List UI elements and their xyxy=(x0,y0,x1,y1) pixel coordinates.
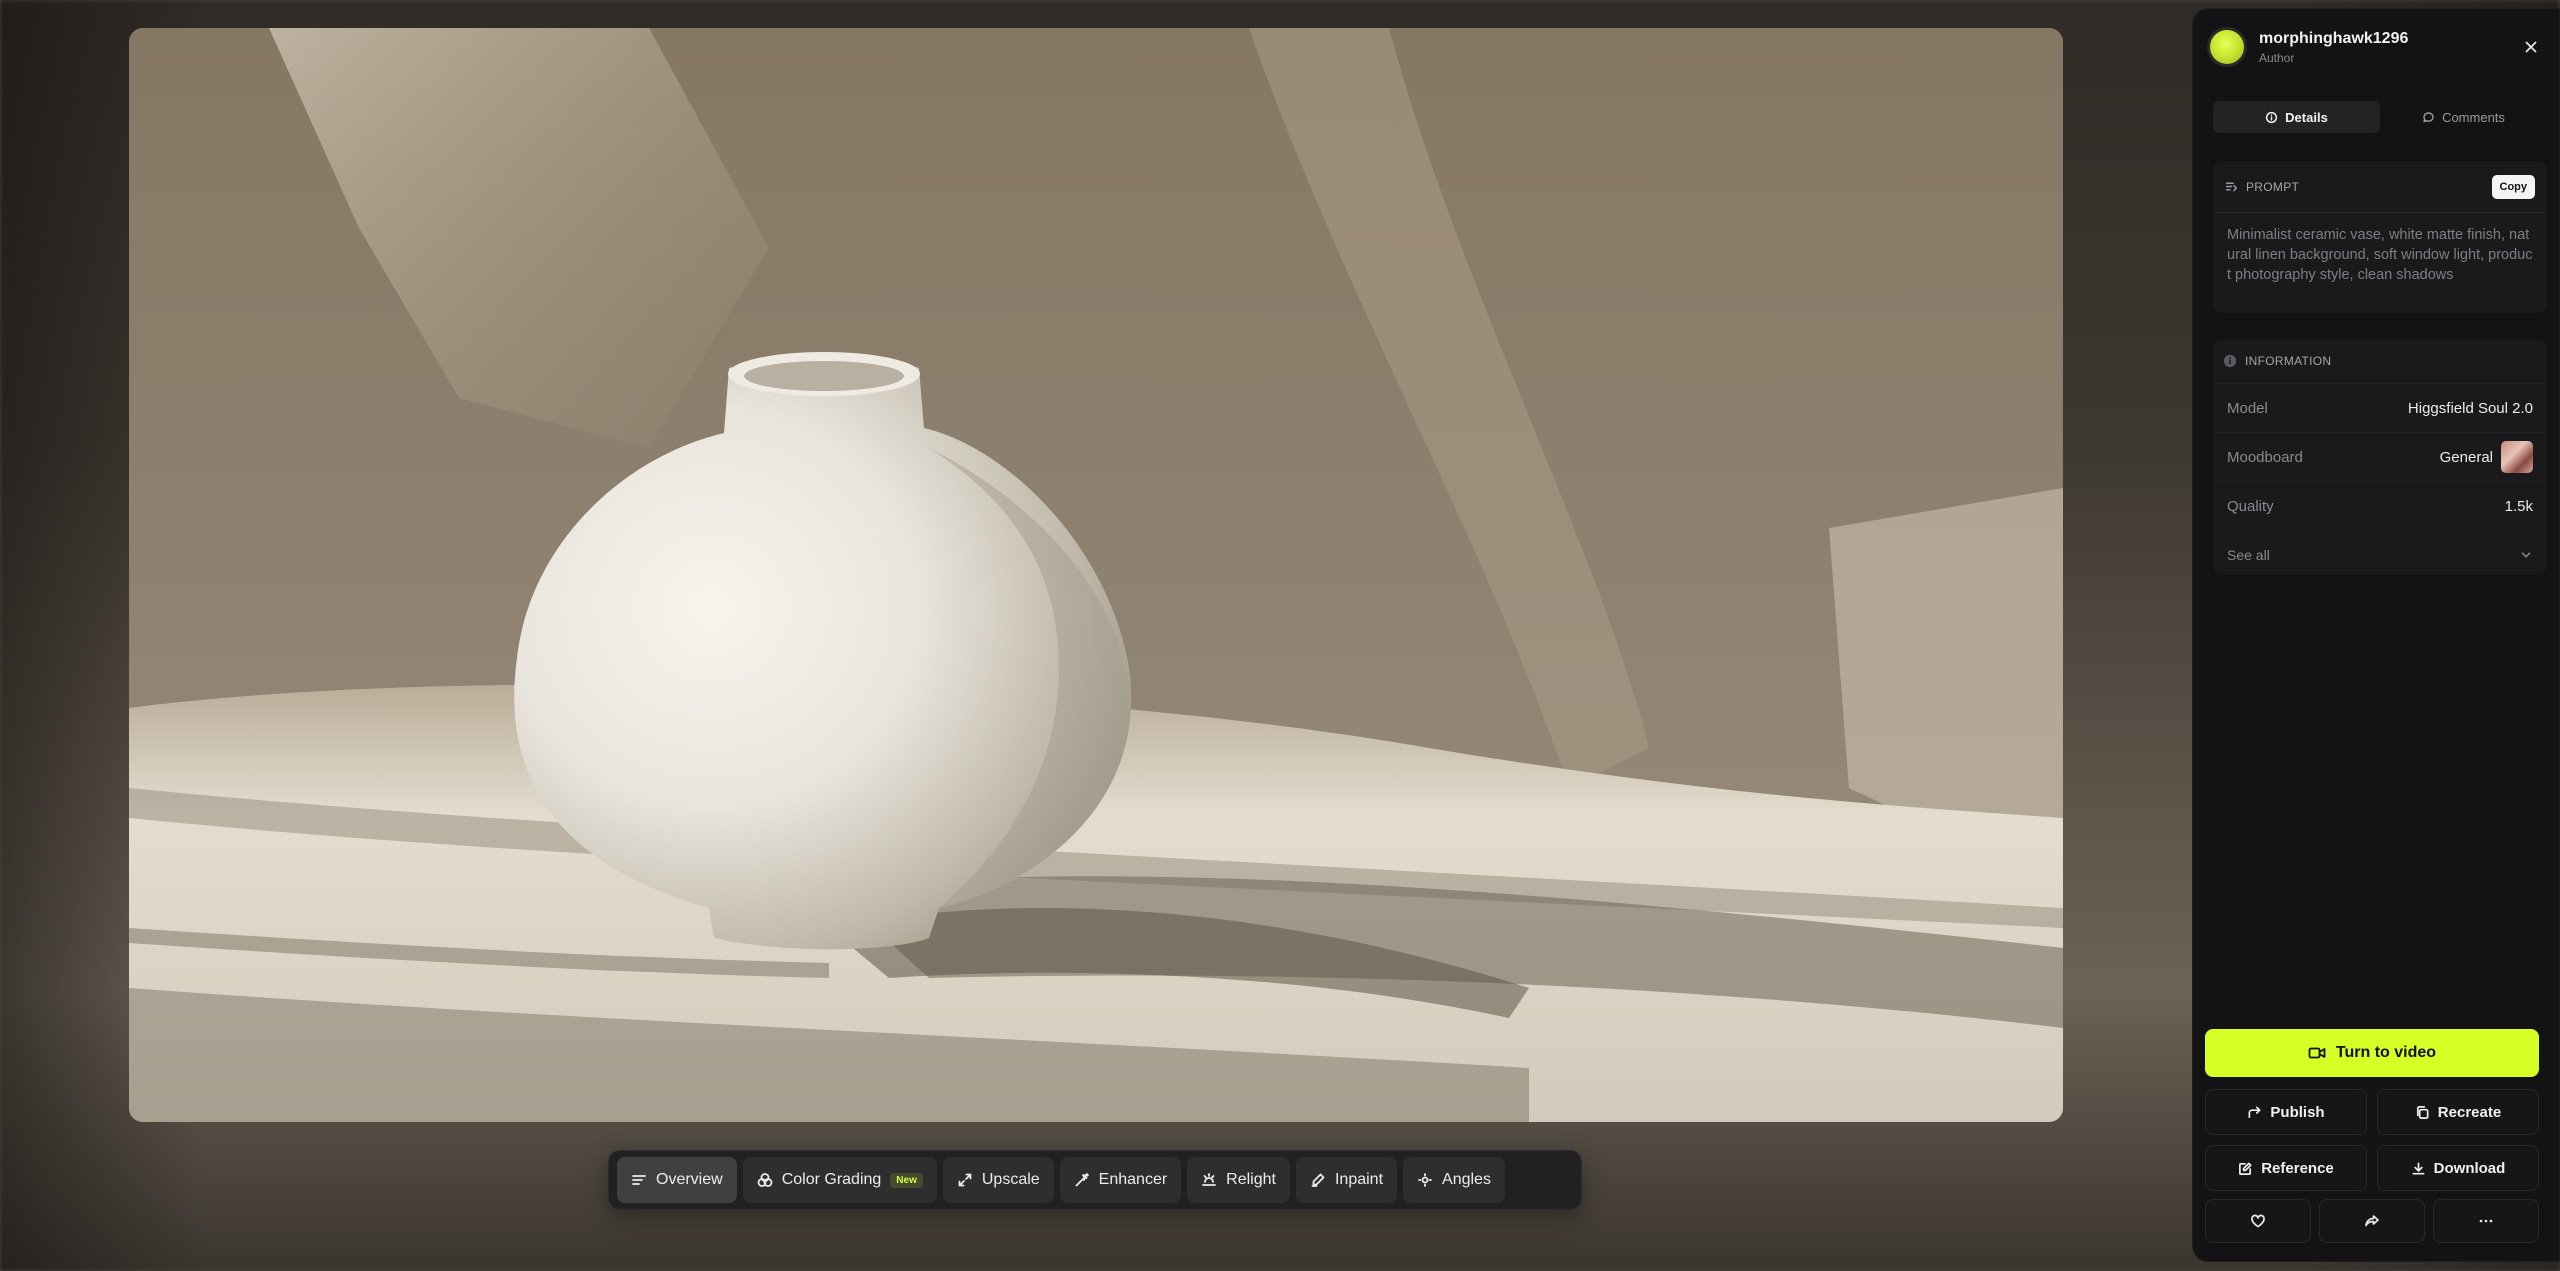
generated-image xyxy=(129,28,2063,1122)
info-key: Quality xyxy=(2227,497,2274,515)
author-name[interactable]: morphinghawk1296 xyxy=(2259,30,2408,48)
overview-label: Overview xyxy=(656,1171,723,1188)
info-circle-icon xyxy=(2223,354,2237,368)
info-row-quality: Quality 1.5k xyxy=(2213,481,2547,530)
recreate-button[interactable]: Recreate xyxy=(2377,1089,2539,1135)
angles-button[interactable]: Angles xyxy=(1403,1157,1505,1203)
tab-details[interactable]: Details xyxy=(2213,101,2380,133)
inpaint-icon xyxy=(1310,1172,1326,1188)
video-camera-icon xyxy=(2308,1047,2326,1059)
color-grading-button[interactable]: Color Grading New xyxy=(742,1157,937,1203)
details-panel: morphinghawk1296 Author Details Comments… xyxy=(2192,8,2560,1262)
panel-tabs: Details Comments xyxy=(2213,101,2547,133)
download-label: Download xyxy=(2433,1159,2506,1177)
info-row-moodboard: Moodboard General xyxy=(2213,432,2547,481)
turn-to-video-label: Turn to video xyxy=(2335,1044,2437,1061)
upscale-button[interactable]: Upscale xyxy=(942,1157,1054,1203)
share-icon xyxy=(2365,1215,2379,1227)
prompt-text: Minimalist ceramic vase, white matte fin… xyxy=(2227,227,2533,283)
enhancer-icon xyxy=(1074,1172,1090,1188)
more-options-button[interactable] xyxy=(2433,1199,2539,1243)
turn-to-video-button[interactable]: Turn to video xyxy=(2205,1029,2539,1077)
heart-icon xyxy=(2251,1214,2265,1228)
like-button[interactable] xyxy=(2205,1199,2311,1243)
relight-icon xyxy=(1201,1172,1217,1188)
share-button[interactable] xyxy=(2319,1199,2425,1243)
close-button[interactable] xyxy=(2519,35,2543,59)
enhancer-label: Enhancer xyxy=(1098,1171,1168,1188)
angles-icon xyxy=(1417,1172,1433,1188)
info-row-model: Model Higgsfield Soul 2.0 xyxy=(2213,383,2547,432)
info-value: General xyxy=(2439,448,2493,466)
copy-button[interactable]: Copy xyxy=(2491,174,2535,199)
info-value: 1.5k xyxy=(2504,497,2533,515)
reference-label: Reference xyxy=(2261,1159,2334,1177)
information-card: INFORMATION Model Higgsfield Soul 2.0 Mo… xyxy=(2213,339,2547,575)
info-key: Moodboard xyxy=(2227,448,2303,466)
recreate-label: Recreate xyxy=(2437,1103,2502,1121)
avatar[interactable] xyxy=(2207,27,2247,67)
comment-icon xyxy=(2423,111,2434,122)
tab-comments[interactable]: Comments xyxy=(2380,101,2547,133)
see-all-label: See all xyxy=(2227,546,2270,563)
upscale-label: Upscale xyxy=(981,1171,1040,1188)
download-button[interactable]: Download xyxy=(2377,1145,2539,1191)
publish-label: Publish xyxy=(2270,1103,2325,1121)
color-grading-label: Color Grading xyxy=(781,1171,882,1188)
copy-icon xyxy=(2416,1105,2429,1119)
publish-button[interactable]: Publish xyxy=(2205,1089,2367,1135)
new-badge: New xyxy=(890,1172,923,1188)
info-icon xyxy=(2266,111,2278,123)
inpaint-button[interactable]: Inpaint xyxy=(1295,1157,1398,1203)
moodboard-thumbnail[interactable] xyxy=(2501,441,2533,473)
download-icon xyxy=(2412,1162,2425,1174)
reference-button[interactable]: Reference xyxy=(2205,1145,2367,1191)
prompt-card: PROMPT Copy Minimalist ceramic vase, whi… xyxy=(2213,161,2547,313)
edit-icon xyxy=(2239,1162,2252,1175)
angles-label: Angles xyxy=(1442,1171,1491,1188)
color-grading-icon xyxy=(757,1172,773,1188)
author-row: morphinghawk1296 Author xyxy=(2207,25,2545,69)
info-key: Model xyxy=(2227,399,2268,417)
prompt-icon xyxy=(2225,182,2238,192)
see-all-toggle[interactable]: See all xyxy=(2213,530,2547,579)
author-role: Author xyxy=(2259,50,2295,65)
close-icon xyxy=(2525,41,2537,53)
overview-icon xyxy=(631,1172,647,1188)
information-heading: INFORMATION xyxy=(2245,354,2332,368)
info-value: Higgsfield Soul 2.0 xyxy=(2407,399,2533,417)
prompt-heading: PROMPT xyxy=(2246,179,2300,194)
enhancer-button[interactable]: Enhancer xyxy=(1059,1157,1182,1203)
tab-details-label: Details xyxy=(2285,109,2328,125)
more-icon xyxy=(2479,1219,2493,1223)
relight-label: Relight xyxy=(1226,1171,1276,1188)
edit-toolbar: Overview Color Grading New Upscale Enhan… xyxy=(608,1150,1582,1210)
tab-comments-label: Comments xyxy=(2442,109,2505,125)
chevron-down-icon xyxy=(2521,551,2531,558)
publish-icon xyxy=(2248,1106,2261,1118)
overview-button[interactable]: Overview xyxy=(617,1157,737,1203)
inpaint-label: Inpaint xyxy=(1334,1171,1384,1188)
upscale-icon xyxy=(957,1172,973,1188)
relight-button[interactable]: Relight xyxy=(1187,1157,1290,1203)
